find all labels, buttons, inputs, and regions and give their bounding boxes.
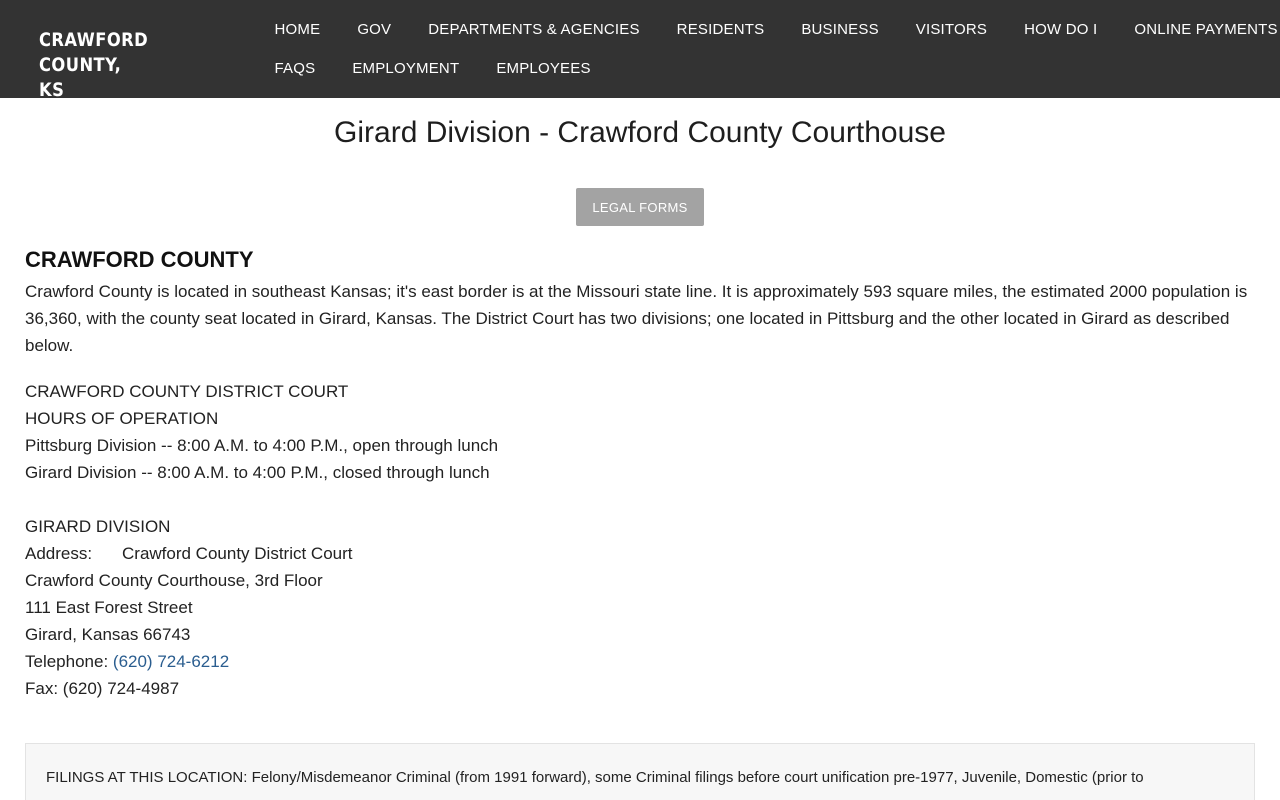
site-logo[interactable]: CRAWFORD COUNTY, KS bbox=[39, 28, 211, 103]
main-nav-row-1: HOME GOV DEPARTMENTS & AGENCIES RESIDENT… bbox=[256, 19, 1280, 41]
legal-forms-button[interactable]: LEGAL FORMS bbox=[576, 188, 704, 226]
page-title: Girard Division - Crawford County Courth… bbox=[334, 116, 946, 149]
address-label: Address: bbox=[25, 544, 93, 563]
pittsburg-hours: Pittsburg Division -- 8:00 A.M. to 4:00 … bbox=[25, 436, 499, 455]
filings-text: FILINGS AT THIS LOCATION: Felony/Misdeme… bbox=[46, 769, 1144, 786]
telephone-label: Telephone: bbox=[25, 652, 113, 671]
nav-online-payments[interactable]: ONLINE PAYMENTS bbox=[1116, 19, 1280, 41]
address-line-2: Crawford County Courthouse, 3rd Floor bbox=[25, 571, 323, 590]
nav-business[interactable]: BUSINESS bbox=[783, 19, 897, 41]
telephone-link[interactable]: (620) 724-6212 bbox=[113, 652, 229, 671]
nav-visitors[interactable]: VISITORS bbox=[897, 19, 1005, 41]
court-name: CRAWFORD COUNTY DISTRICT COURT bbox=[25, 382, 349, 401]
girard-hours: Girard Division -- 8:00 A.M. to 4:00 P.M… bbox=[25, 463, 490, 482]
fax-line: Fax: (620) 724-4987 bbox=[25, 679, 180, 698]
logo-line-1: CRAWFORD COUNTY, bbox=[39, 29, 149, 76]
nav-how-do-i[interactable]: HOW DO I bbox=[1006, 19, 1116, 41]
nav-departments-agencies[interactable]: DEPARTMENTS & AGENCIES bbox=[410, 19, 658, 41]
intro-paragraph: Crawford County is located in southeast … bbox=[25, 282, 1248, 355]
address-line-4: Girard, Kansas 66743 bbox=[25, 625, 191, 644]
telephone-row: Telephone: (620) 724-6212 bbox=[25, 648, 229, 675]
division-heading: GIRARD DIVISION bbox=[25, 517, 171, 536]
nav-home[interactable]: HOME bbox=[256, 19, 339, 41]
filings-box: FILINGS AT THIS LOCATION: Felony/Misdeme… bbox=[25, 743, 1255, 800]
section-heading: CRAWFORD COUNTY bbox=[25, 247, 254, 272]
site-header: CRAWFORD COUNTY, KS HOME GOV DEPARTMENTS… bbox=[0, 0, 1280, 101]
nav-faqs[interactable]: FAQS bbox=[256, 58, 334, 80]
nav-employment[interactable]: EMPLOYMENT bbox=[334, 58, 478, 80]
address-line-1: Crawford County District Court bbox=[122, 544, 353, 563]
logo-line-2: KS bbox=[39, 79, 65, 101]
address-row: Address: Crawford County District Court bbox=[25, 540, 353, 567]
nav-employees[interactable]: EMPLOYEES bbox=[478, 58, 609, 80]
nav-gov[interactable]: GOV bbox=[339, 19, 410, 41]
nav-residents[interactable]: RESIDENTS bbox=[658, 19, 783, 41]
hours-heading: HOURS OF OPERATION bbox=[25, 409, 219, 428]
address-line-3: 111 East Forest Street bbox=[25, 598, 193, 617]
main-nav-row-2: FAQS EMPLOYMENT EMPLOYEES bbox=[256, 58, 609, 80]
